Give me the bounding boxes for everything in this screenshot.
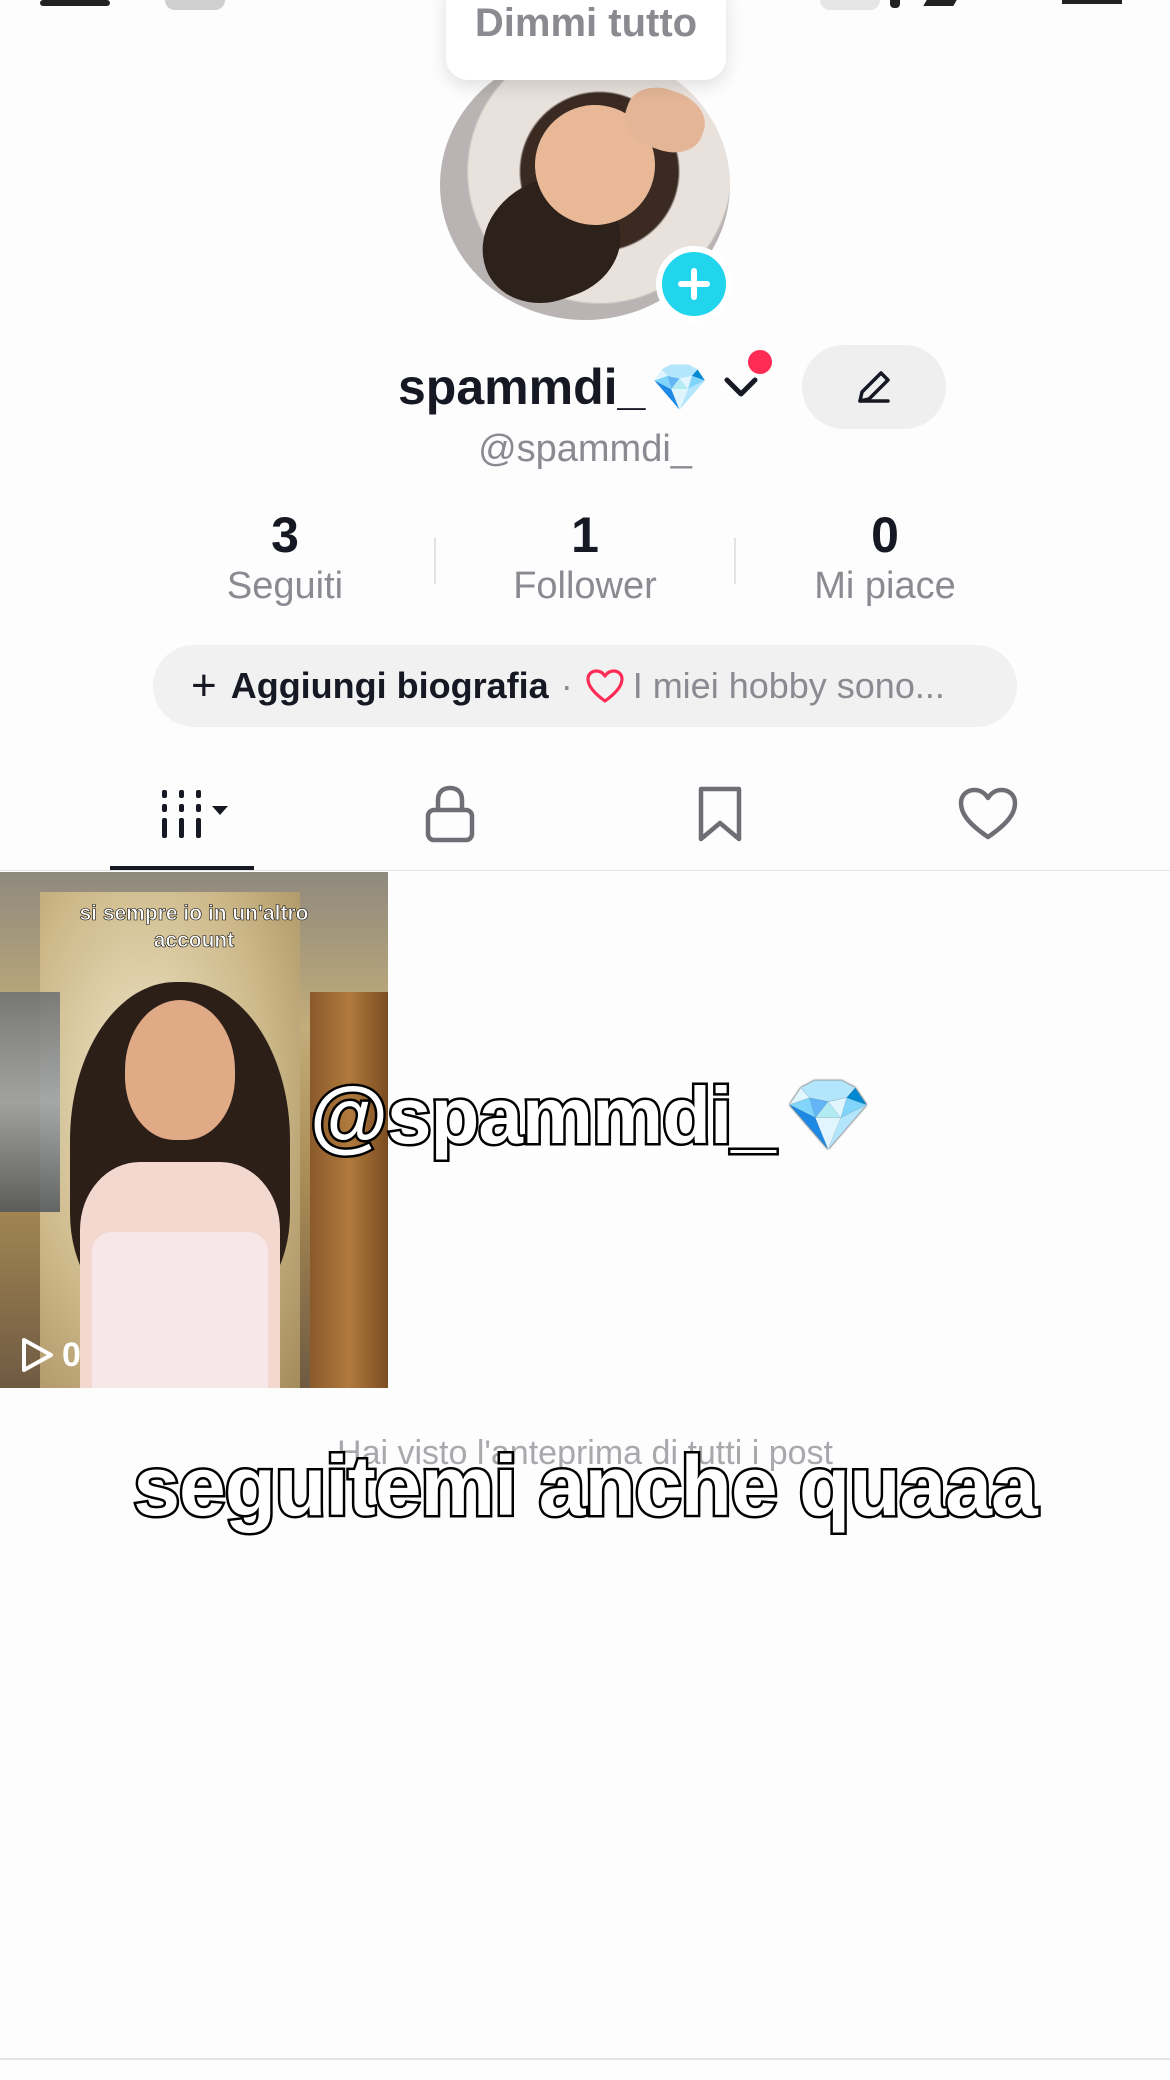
plus-icon bbox=[678, 268, 710, 300]
stat-label: Mi piace bbox=[814, 565, 956, 607]
videos-grid-icon bbox=[162, 790, 228, 838]
lock-icon bbox=[425, 785, 475, 843]
tab-liked[interactable] bbox=[938, 770, 1038, 858]
heart-icon bbox=[958, 787, 1018, 840]
bio-hint: I miei hobby sono... bbox=[632, 665, 945, 706]
top-avatar-icon[interactable] bbox=[165, 0, 225, 10]
display-name: spammdi_ bbox=[398, 359, 646, 415]
tooltip-text: Dimmi tutto bbox=[474, 1, 698, 45]
views-value: 0 bbox=[62, 1335, 81, 1374]
stat-value: 1 bbox=[571, 507, 599, 563]
add-bio-button[interactable]: + Aggiungi biografia · I miei hobby sono… bbox=[153, 645, 1017, 727]
tabs-divider bbox=[0, 870, 1170, 871]
bookmark-icon bbox=[698, 786, 742, 842]
video-view-count: 0 bbox=[18, 1335, 81, 1375]
tab-saved[interactable] bbox=[670, 770, 770, 858]
profile-name-row[interactable]: spammdi_ 💎 bbox=[398, 352, 763, 422]
stat-value: 3 bbox=[271, 507, 299, 563]
heart-icon bbox=[585, 668, 625, 704]
menu-icon[interactable] bbox=[1062, 0, 1122, 4]
stat-divider bbox=[734, 538, 736, 584]
footprint-icon[interactable] bbox=[880, 0, 980, 8]
bottom-nav-divider bbox=[0, 2058, 1170, 2060]
pencil-icon bbox=[858, 371, 890, 403]
stat-divider bbox=[434, 538, 436, 584]
play-icon bbox=[22, 1338, 53, 1372]
stat-label: Follower bbox=[513, 565, 657, 607]
overlay-handle-caption: @spammdi_ 💎 bbox=[308, 1069, 872, 1163]
add-bio-label: Aggiungi biografia bbox=[230, 665, 549, 706]
overlay-handle-text: @spammdi_ bbox=[308, 1069, 779, 1163]
diamond-emoji: 💎 bbox=[651, 360, 709, 413]
stat-value: 0 bbox=[871, 507, 899, 563]
notification-dot bbox=[748, 350, 772, 374]
add-avatar-button[interactable] bbox=[656, 246, 732, 322]
story-icon[interactable] bbox=[820, 0, 880, 10]
edit-profile-button[interactable] bbox=[802, 345, 946, 429]
diamond-emoji: 💎 bbox=[784, 1076, 872, 1154]
stat-likes[interactable]: 0 Mi piace bbox=[775, 508, 995, 608]
back-icon[interactable] bbox=[40, 0, 110, 6]
tooltip-bubble: Dimmi tutto bbox=[446, 0, 726, 80]
video-caption: si sempre io in un'altro account bbox=[79, 902, 309, 953]
tab-videos[interactable] bbox=[110, 770, 254, 858]
stat-following[interactable]: 3 Seguiti bbox=[175, 508, 395, 608]
stat-label: Seguiti bbox=[226, 565, 344, 607]
stat-followers[interactable]: 1 Follower bbox=[475, 508, 695, 608]
tab-private[interactable] bbox=[400, 770, 500, 858]
plus-icon: + bbox=[191, 661, 217, 710]
bio-separator: · bbox=[560, 665, 573, 706]
username-handle: @spammdi_ bbox=[478, 428, 692, 470]
overlay-follow-caption: seguitemi anche quaaa bbox=[131, 1437, 1040, 1536]
